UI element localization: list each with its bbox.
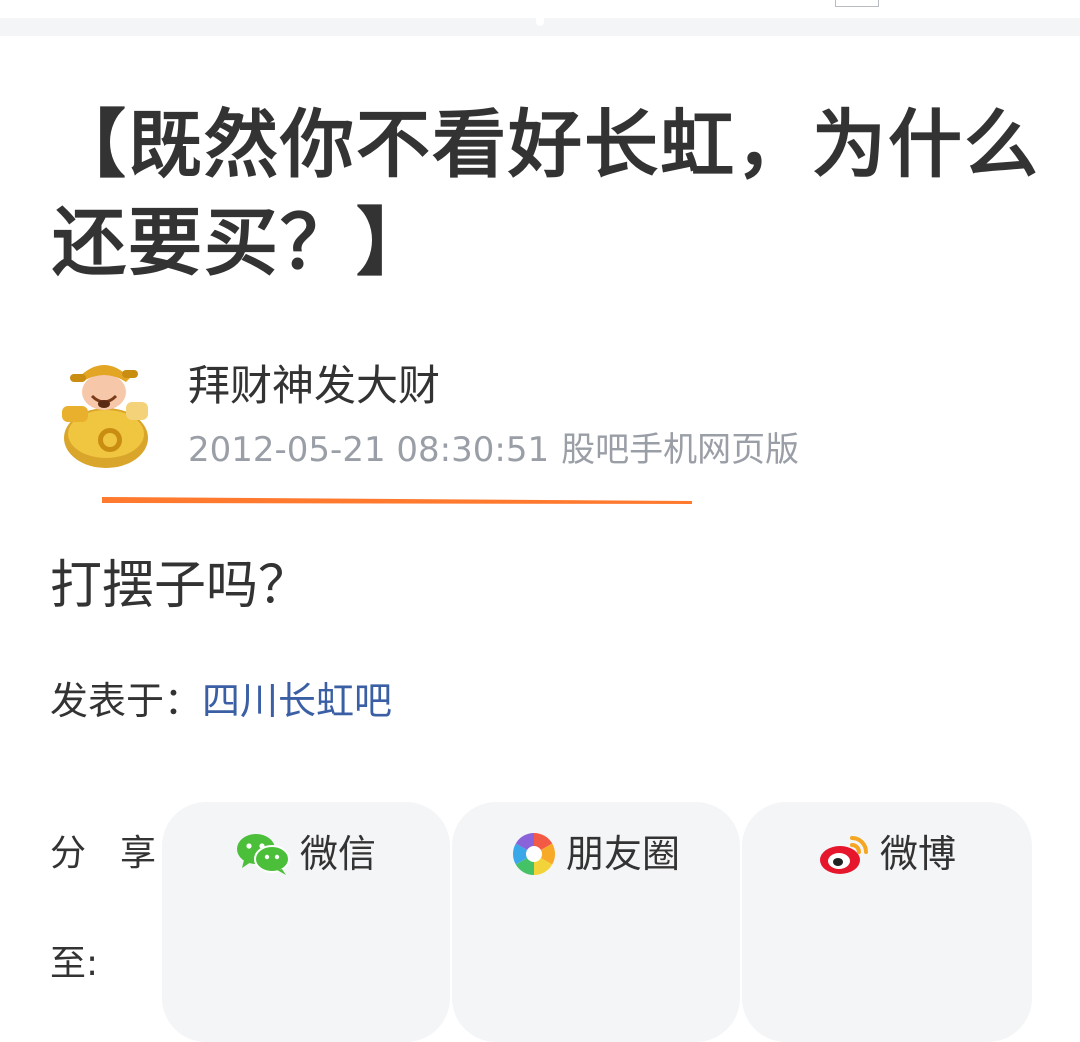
author-name[interactable]: 拜财神发大财 xyxy=(188,360,440,412)
share-moments-label: 朋友圈 xyxy=(565,832,680,876)
forum-link[interactable]: 四川长虹吧 xyxy=(202,679,392,723)
share-moments-button[interactable]: 朋友圈 xyxy=(452,802,740,1042)
share-wechat-label: 微信 xyxy=(299,832,376,876)
orange-underline-mark xyxy=(102,497,692,504)
post-meta: 2012-05-21 08:30:51 股吧手机网页版 xyxy=(188,428,799,472)
weibo-icon xyxy=(819,836,868,874)
avatar[interactable] xyxy=(56,356,154,472)
moments-icon xyxy=(512,833,555,875)
post-source: 股吧手机网页版 xyxy=(561,430,800,470)
share-label-suffix: 至: xyxy=(50,943,99,984)
wechat-icon xyxy=(236,834,290,875)
header-cropped-icon xyxy=(835,0,879,7)
top-header-bar xyxy=(0,0,1080,36)
header-divider xyxy=(536,12,544,26)
share-wechat-button[interactable]: 微信 xyxy=(162,802,450,1042)
post-datetime: 2012-05-21 08:30:51 xyxy=(188,430,550,470)
post-content: 打摆子吗？ xyxy=(50,556,311,616)
share-weibo-label: 微博 xyxy=(879,832,956,876)
posted-in: 发表于：四川长虹吧 xyxy=(50,676,392,726)
post-title: 【既然你不看好长虹，为什么还要买？】 xyxy=(52,102,1040,286)
posted-in-label: 发表于： xyxy=(50,679,203,723)
share-weibo-button[interactable]: 微博 xyxy=(742,802,1032,1042)
avatar-image xyxy=(62,365,148,468)
